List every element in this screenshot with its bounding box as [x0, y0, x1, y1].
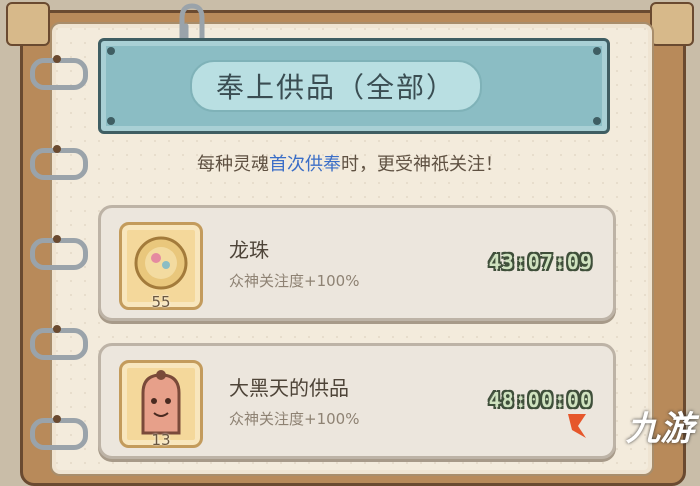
binder-ring-icon	[30, 325, 88, 360]
binder-ring-icon	[30, 415, 88, 450]
watermark-logo-icon	[568, 414, 586, 438]
subtitle-highlight: 首次供奉	[269, 154, 341, 175]
offering-thumbnail: 55	[119, 222, 203, 311]
offering-card[interactable]: 13 大黑天的供品 众神关注度+100% 48:00:00	[98, 343, 616, 459]
title-plate: 奉上供品（全部）	[190, 60, 482, 112]
offering-name: 大黑天的供品	[229, 376, 349, 400]
offering-name: 龙珠	[229, 238, 269, 262]
corner-tab-top-left	[6, 2, 50, 46]
page-title: 奉上供品（全部）	[215, 71, 456, 104]
corner-tab-top-right	[650, 2, 694, 46]
subtitle-hint: 每种灵魂首次供奉时，更受神祇关注！	[197, 154, 503, 175]
offering-thumbnail: 13	[119, 360, 203, 449]
watermark-text: 九游	[626, 409, 694, 449]
offering-timer: 48:00:00	[488, 388, 593, 412]
offering-description: 众神关注度+100%	[229, 272, 360, 290]
offering-count: 13	[151, 431, 171, 449]
binder-ring-icon	[30, 235, 88, 270]
offering-count: 55	[151, 293, 171, 311]
offering-description: 众神关注度+100%	[229, 410, 360, 428]
offering-card[interactable]: 55 龙珠 众神关注度+100% 43:07:09	[98, 205, 616, 321]
binder-ring-icon	[30, 55, 88, 90]
offering-timer: 43:07:09	[488, 250, 593, 274]
